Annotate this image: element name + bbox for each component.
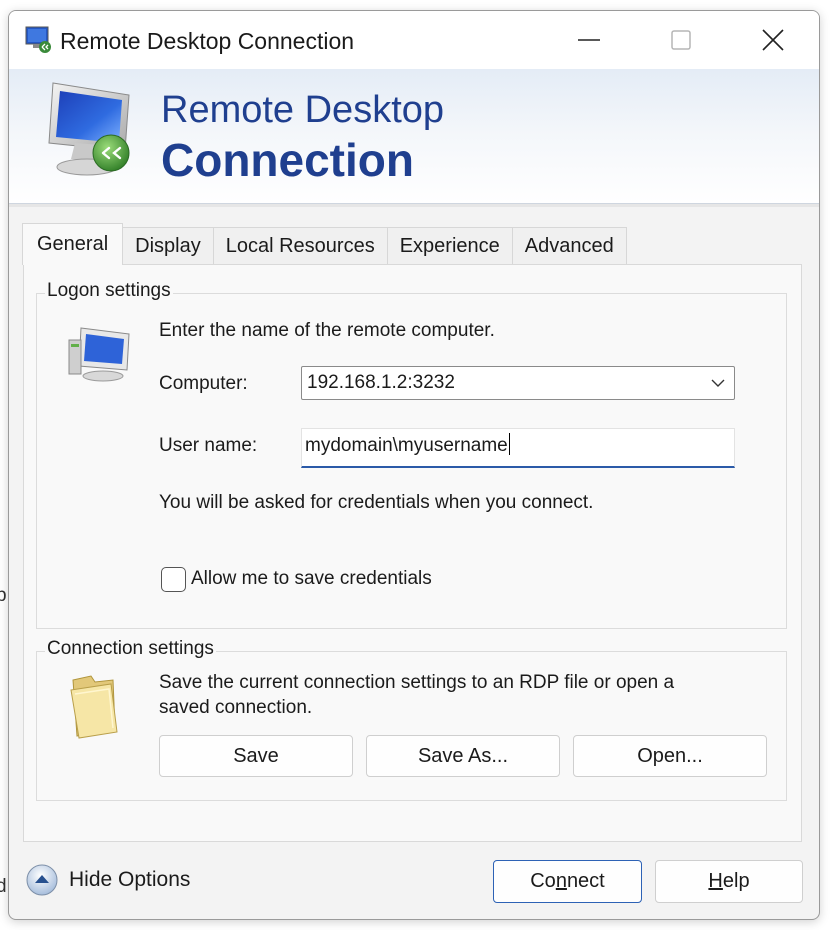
header-banner: Remote Desktop Connection [9, 69, 819, 207]
remote-computer-instruction: Enter the name of the remote computer. [159, 320, 495, 341]
connection-settings-group: Connection settings Save the current con… [36, 638, 787, 801]
connection-settings-legend: Connection settings [45, 638, 216, 660]
computer-value: 192.168.1.2:3232 [307, 372, 455, 393]
general-tab-panel: Logon settings Enter the name of the rem… [23, 264, 802, 842]
close-button[interactable] [727, 11, 819, 69]
help-accelerator: H [708, 870, 723, 892]
computer-combobox[interactable]: 192.168.1.2:3232 [301, 366, 735, 400]
title-bar[interactable]: Remote Desktop Connection [9, 11, 819, 69]
rdc-window: Remote Desktop Connection Remote Desktop… [8, 10, 820, 920]
background-text-fragment: d [0, 876, 7, 897]
banner-title-line1: Remote Desktop [161, 89, 445, 131]
computer-label: Computer: [159, 373, 248, 394]
text-caret [508, 433, 510, 455]
rdc-logo-icon [48, 82, 130, 176]
save-button[interactable]: Save [159, 735, 353, 777]
chevron-down-icon[interactable] [710, 377, 726, 389]
hide-options-toggle[interactable]: Hide Options [25, 863, 190, 897]
save-credentials-checkbox[interactable] [161, 567, 186, 592]
background-text-fragment: p [0, 585, 7, 606]
connect-accelerator: n [555, 870, 567, 892]
tab-advanced[interactable]: Advanced [511, 227, 627, 265]
banner-title-line2: Connection [161, 134, 414, 186]
tab-display[interactable]: Display [122, 227, 214, 265]
tab-experience[interactable]: Experience [386, 227, 513, 265]
maximize-icon [671, 30, 691, 50]
close-icon [762, 29, 784, 51]
logon-settings-group: Logon settings Enter the name of the rem… [36, 280, 787, 629]
logon-settings-legend: Logon settings [45, 280, 173, 302]
window-title: Remote Desktop Connection [60, 28, 355, 54]
open-button[interactable]: Open... [573, 735, 767, 777]
tab-local-resources[interactable]: Local Resources [212, 227, 388, 265]
minimize-button[interactable] [543, 11, 635, 69]
hide-options-label[interactable]: Hide Options [69, 868, 190, 892]
username-value: mydomain\myusername [305, 435, 508, 456]
save-credentials-label[interactable]: Allow me to save credentials [191, 568, 432, 590]
minimize-icon [578, 39, 600, 41]
connect-button[interactable]: Co n nect [493, 860, 642, 903]
maximize-button [635, 11, 727, 69]
connection-description-line1: Save the current connection settings to … [159, 672, 675, 693]
credentials-note: You will be asked for credentials when y… [159, 492, 594, 513]
save-as-button[interactable]: Save As... [366, 735, 560, 777]
connection-description-line2: saved connection. [159, 697, 313, 718]
tab-general[interactable]: General [22, 223, 124, 265]
chevron-up-circle-icon[interactable] [25, 863, 59, 897]
username-label: User name: [159, 435, 258, 456]
computer-icon [68, 327, 130, 382]
help-button[interactable]: Help [655, 860, 803, 903]
username-input[interactable]: mydomain\myusername [301, 428, 735, 468]
rdc-app-icon [25, 26, 51, 53]
tab-strip: General Display Local Resources Experien… [22, 223, 627, 265]
folder-icon [70, 675, 118, 739]
